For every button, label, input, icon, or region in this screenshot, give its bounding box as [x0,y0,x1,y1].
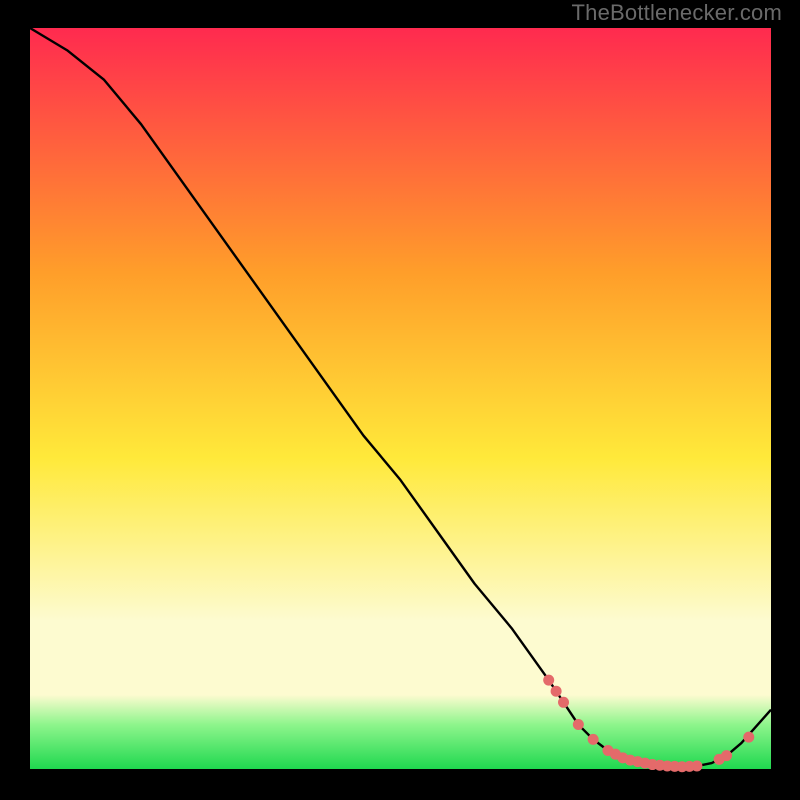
chart-frame: TheBottlenecker.com [0,0,800,800]
highlight-dot [558,697,569,708]
highlight-dot [573,719,584,730]
highlight-dot [721,750,732,761]
watermark-text: TheBottlenecker.com [572,0,782,26]
highlight-dot [691,761,702,772]
highlight-dot [543,675,554,686]
highlight-dot [588,734,599,745]
plot-area-bg [30,28,771,769]
highlight-dot [743,732,754,743]
highlight-dot [551,686,562,697]
chart-svg [0,0,800,800]
